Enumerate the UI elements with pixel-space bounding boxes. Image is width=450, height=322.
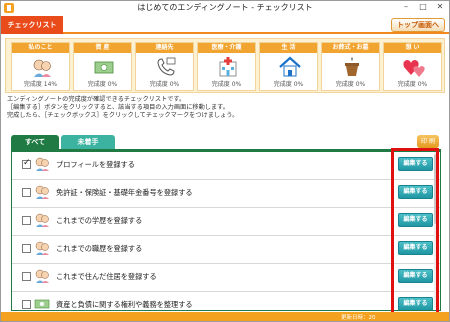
checklist-checkbox[interactable] — [22, 158, 31, 169]
category-title: 私のこと — [12, 43, 69, 53]
top-screen-button[interactable]: トップ画面へ — [391, 18, 445, 32]
hearts-icon — [402, 55, 426, 79]
checklist-checkbox[interactable] — [22, 272, 31, 281]
category-title: 想 い — [384, 43, 441, 53]
person-icon — [34, 212, 50, 228]
category-status: 完成度 14% — [23, 81, 58, 88]
person-icon — [34, 268, 50, 284]
category-card[interactable]: 連絡先完成度 0% — [135, 42, 194, 91]
person-icon — [34, 184, 50, 200]
category-status: 完成度 0% — [87, 81, 118, 88]
instruction-line: エンディングノートの完成度が確認できるチェックリストです。 — [7, 96, 186, 103]
checklist-checkbox[interactable] — [22, 300, 31, 309]
checklist-row: これまでの学歴を登録する 編集する — [12, 208, 440, 236]
header-bar: チェックリスト トップ画面へ — [1, 16, 449, 34]
category-status: 完成度 0% — [273, 81, 304, 88]
category-card[interactable]: 私のこと完成度 14% — [11, 42, 70, 91]
category-panel: 私のこと 完成度 14% 資 産完成度 0% 連絡先 完成度 0% 医療・介護 完成度 0%… — [5, 38, 445, 93]
tab-undone[interactable]: 未着手 — [61, 135, 115, 149]
updated-timestamp: 更新日時：20 — [341, 315, 376, 321]
checklist-label: 免許証・保険証・基礎年金番号を登録する — [56, 188, 193, 197]
category-row: 私のこと 完成度 14% 資 産完成度 0% 連絡先 完成度 0% 医療・介護 完成度 0%… — [11, 42, 442, 91]
footer-bar: 更新日時：20 — [1, 312, 449, 321]
money-icon — [92, 55, 116, 79]
checklist-checkbox[interactable] — [22, 216, 31, 225]
checklist-checkbox[interactable] — [22, 244, 31, 253]
phone-icon — [154, 55, 178, 79]
hospital-icon — [216, 55, 240, 79]
category-title: 連絡先 — [136, 43, 193, 53]
category-title: 生 活 — [260, 43, 317, 53]
print-button[interactable]: 印 刷 — [417, 135, 439, 148]
checklist-label: これまでの職歴を登録する — [56, 244, 143, 253]
urn-icon — [340, 55, 364, 79]
app-window: はじめてのエンディングノート - チェックリスト – □ ✕ チェックリスト ト… — [0, 0, 450, 322]
category-card[interactable]: 医療・介護完成度 0% — [197, 42, 256, 91]
checklist-row: 資産と負債に関する権利や義務を整理する 編集する — [12, 292, 440, 310]
house-icon — [278, 55, 302, 79]
close-button[interactable]: ✕ — [435, 2, 445, 11]
checklist-row: プロフィールを登録する編集する — [12, 152, 440, 180]
category-title: 資 産 — [74, 43, 131, 53]
checklist-checkbox[interactable] — [22, 188, 31, 197]
checklist-row: これまでの職歴を登録する 編集する — [12, 236, 440, 264]
category-status: 完成度 0% — [397, 81, 428, 88]
category-card[interactable]: 生 活完成度 0% — [259, 42, 318, 91]
instructions: エンディングノートの完成度が確認できるチェックリストです。 ［編集する］ボタンを… — [7, 96, 437, 120]
checklist-label: プロフィールを登録する — [56, 160, 135, 169]
checklist-row: これまで住んだ住居を登録する 編集する — [12, 264, 440, 292]
category-title: 医療・介護 — [198, 43, 255, 53]
category-card[interactable]: 想 い完成度 0% — [383, 42, 442, 91]
checklist-row: 免許証・保険証・基礎年金番号を登録する 編集する — [12, 180, 440, 208]
tab-all[interactable]: すべて — [11, 135, 59, 149]
category-status: 完成度 0% — [211, 81, 242, 88]
checklist-label: 資産と負債に関する権利や義務を整理する — [56, 300, 193, 309]
category-card[interactable]: お葬式・お墓 完成度 0% — [321, 42, 380, 91]
person-icon — [34, 240, 50, 256]
person-icon — [34, 156, 50, 172]
instruction-line: 完成したら、［チェックボックス］をクリックしてチェックマークをつけましょう。 — [7, 112, 239, 119]
maximize-button[interactable]: □ — [418, 2, 428, 11]
category-title: お葬式・お墓 — [322, 43, 379, 53]
category-status: 完成度 0% — [335, 81, 366, 88]
checklist-label: これまでの学歴を登録する — [56, 216, 143, 225]
money-icon — [34, 296, 50, 310]
window-controls: – □ ✕ — [401, 2, 445, 11]
page-title: チェックリスト — [1, 16, 63, 34]
titlebar: はじめてのエンディングノート - チェックリスト – □ ✕ — [1, 1, 449, 16]
highlight-annotation — [391, 148, 439, 316]
checklist: 資産と負債に関する権利や義務を整理する 編集する これまで住んだ住居を登録する 編集す… — [11, 149, 441, 311]
instruction-line: ［編集する］ボタンをクリックすると、該当する項目の入力画面に移動します。 — [7, 104, 229, 111]
checklist-label: これまで住んだ住居を登録する — [56, 272, 157, 281]
minimize-button[interactable]: – — [401, 2, 411, 11]
window-title: はじめてのエンディングノート - チェックリスト — [137, 3, 313, 12]
tab-bar: すべて 未着手 — [11, 135, 115, 149]
category-card[interactable]: 資 産完成度 0% — [73, 42, 132, 91]
person-icon — [30, 55, 54, 79]
category-status: 完成度 0% — [149, 81, 180, 88]
